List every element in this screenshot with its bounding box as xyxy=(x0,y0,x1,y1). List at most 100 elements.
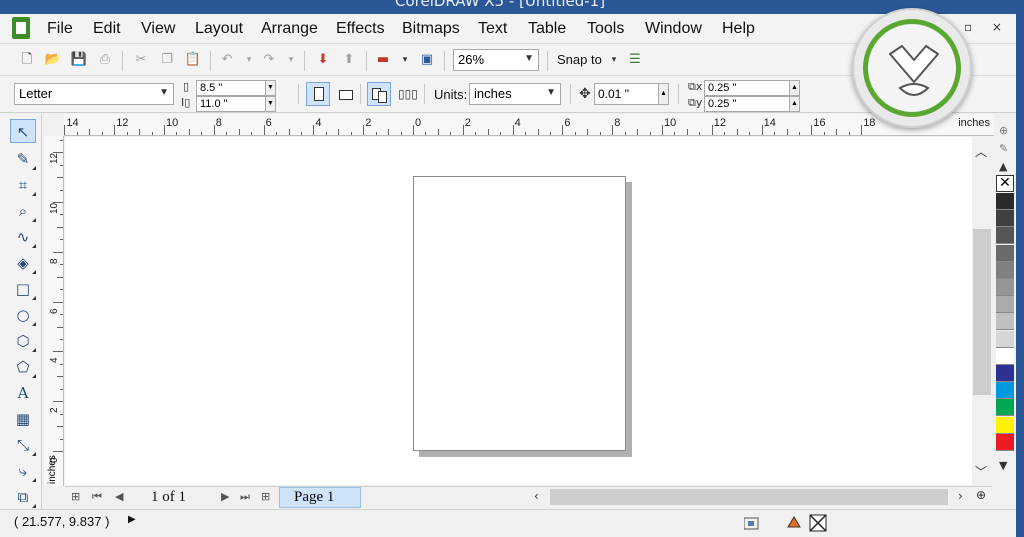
first-page-icon[interactable]: ⏮ xyxy=(92,490,102,504)
color-swatch[interactable] xyxy=(996,399,1014,417)
page-counter[interactable]: 1 of 1 xyxy=(151,489,186,506)
color-swatch[interactable] xyxy=(996,261,1014,279)
menu-help[interactable]: Help xyxy=(722,20,755,38)
color-swatch[interactable] xyxy=(996,193,1014,210)
color-swatch[interactable] xyxy=(996,313,1014,331)
insert-page-before-icon[interactable]: ⊞ xyxy=(71,490,80,503)
table-tool-icon[interactable]: ▦ xyxy=(10,407,36,431)
welcome-screen-icon[interactable]: ▣ xyxy=(418,51,436,69)
application-launcher-icon[interactable]: ▬ xyxy=(374,51,392,69)
vertical-ruler[interactable]: 12 10 8 6 4 2 0 inches xyxy=(44,136,64,486)
no-color-swatch[interactable]: ✕ xyxy=(996,175,1014,192)
page-width-spinner-icon[interactable]: ▼ xyxy=(265,80,276,96)
import-icon[interactable]: ⬇ xyxy=(314,51,332,69)
menu-file[interactable]: File xyxy=(47,20,73,38)
duplicate-x-field[interactable]: 0.25 " ▲ xyxy=(704,80,800,96)
connector-tool-icon[interactable]: ⤷ xyxy=(10,459,36,483)
duplicate-y-field[interactable]: 0.25 " ▲ xyxy=(704,96,800,112)
scroll-left-icon[interactable]: ‹ xyxy=(534,489,539,503)
palette-scroll-up-icon[interactable]: ▲ xyxy=(999,160,1007,173)
color-swatch[interactable] xyxy=(996,382,1014,400)
launcher-dropdown-icon[interactable]: ▾ xyxy=(396,51,414,69)
download-badge[interactable] xyxy=(852,8,972,128)
current-page-button[interactable]: ▯▯▯ xyxy=(394,82,418,106)
menu-window[interactable]: Window xyxy=(645,20,702,38)
ruler-origin[interactable] xyxy=(44,114,64,136)
color-swatch[interactable] xyxy=(996,227,1014,245)
menu-effects[interactable]: Effects xyxy=(336,20,385,38)
page-height-spinner-icon[interactable]: ▼ xyxy=(265,96,276,112)
fill-bucket-icon[interactable] xyxy=(787,516,801,528)
new-document-icon[interactable]: 🗋 xyxy=(18,51,36,69)
nudge-distance-field[interactable]: 0.01 " ▲ xyxy=(594,83,669,105)
next-page-icon[interactable]: ▶ xyxy=(221,490,229,503)
snap-dropdown-icon[interactable]: ▾ xyxy=(605,51,623,69)
eyedropper-icon[interactable]: ✎ xyxy=(999,142,1008,155)
color-swatch[interactable] xyxy=(996,433,1014,451)
scroll-down-icon[interactable]: ﹀ xyxy=(975,463,987,480)
copy-icon[interactable]: ❐ xyxy=(158,51,176,69)
color-swatch[interactable] xyxy=(996,210,1014,228)
paste-icon[interactable]: 📋 xyxy=(184,51,202,69)
ellipse-tool-icon[interactable]: ○ xyxy=(10,303,36,327)
save-icon[interactable]: 💾 xyxy=(70,51,88,69)
color-swatch[interactable] xyxy=(996,416,1014,434)
undo-icon[interactable]: ↶ xyxy=(218,51,236,69)
rectangle-tool-icon[interactable]: □ xyxy=(10,277,36,301)
color-swatch[interactable] xyxy=(996,347,1014,365)
nudge-spinner-icon[interactable]: ▲ xyxy=(658,83,669,105)
page-width-field[interactable]: 8.5 " ▼ xyxy=(196,80,276,96)
open-folder-icon[interactable]: 📂 xyxy=(44,51,62,69)
menu-edit[interactable]: Edit xyxy=(93,20,121,38)
shape-tool-icon[interactable]: ✎ xyxy=(10,147,36,171)
redo-dropdown-icon[interactable]: ▾ xyxy=(282,51,300,69)
units-combo[interactable]: inches ▼ xyxy=(469,83,561,105)
menu-layout[interactable]: Layout xyxy=(195,20,243,38)
cut-icon[interactable]: ✂ xyxy=(132,51,150,69)
previous-page-icon[interactable]: ◀ xyxy=(115,490,123,503)
menu-table[interactable]: Table xyxy=(528,20,566,38)
snap-to-button[interactable]: Snap to xyxy=(557,52,602,67)
dimension-tool-icon[interactable]: ⤡ xyxy=(10,433,36,457)
print-icon[interactable]: ⎙ xyxy=(96,51,114,69)
scroll-up-icon[interactable]: ︿ xyxy=(975,143,987,160)
freehand-tool-icon[interactable]: ∿ xyxy=(10,225,36,249)
text-tool-icon[interactable]: A xyxy=(10,381,36,405)
menu-view[interactable]: View xyxy=(141,20,175,38)
menu-tools[interactable]: Tools xyxy=(587,20,624,38)
color-swatch[interactable] xyxy=(996,330,1014,348)
insert-page-after-icon[interactable]: ⊞ xyxy=(261,490,270,503)
color-swatch[interactable] xyxy=(996,244,1014,262)
vertical-scroll-thumb[interactable] xyxy=(973,229,991,395)
menu-arrange[interactable]: Arrange xyxy=(261,20,318,38)
options-icon[interactable]: ☰ xyxy=(626,51,644,69)
palette-menu-icon[interactable]: ⊕ xyxy=(999,124,1008,137)
basic-shapes-tool-icon[interactable]: ⬠ xyxy=(10,355,36,379)
horizontal-scroll-thumb[interactable] xyxy=(550,489,948,505)
scroll-right-icon[interactable]: › xyxy=(958,489,963,503)
drawing-page[interactable] xyxy=(413,176,626,451)
horizontal-scrollbar[interactable]: ‹ › xyxy=(534,487,974,508)
undo-dropdown-icon[interactable]: ▾ xyxy=(240,51,258,69)
polygon-tool-icon[interactable]: ⬡ xyxy=(10,329,36,353)
horizontal-ruler[interactable]: 14 12 10 8 6 4 2 0 2 4 6 8 10 12 14 16 18 inches xyxy=(44,114,994,136)
portrait-button[interactable] xyxy=(306,82,330,106)
redo-icon[interactable]: ↷ xyxy=(260,51,278,69)
paper-size-combo[interactable]: Letter ▼ xyxy=(14,83,174,105)
menu-text[interactable]: Text xyxy=(478,20,507,38)
export-icon[interactable]: ⬆ xyxy=(340,51,358,69)
duplicate-x-spinner-icon[interactable]: ▲ xyxy=(789,80,800,96)
zoom-tool-icon[interactable]: ⌕ xyxy=(10,199,36,223)
navigator-zoom-icon[interactable]: ⊕ xyxy=(976,488,986,502)
page-tab[interactable]: Page 1 xyxy=(279,487,361,508)
palette-scroll-down-icon[interactable]: ▼ xyxy=(999,459,1007,472)
last-page-icon[interactable]: ⏭ xyxy=(240,490,250,504)
blend-tool-icon[interactable]: ⧉ xyxy=(10,485,36,509)
color-swatch[interactable] xyxy=(996,365,1014,382)
menu-bitmaps[interactable]: Bitmaps xyxy=(402,20,460,38)
all-pages-button[interactable] xyxy=(367,82,391,106)
vertical-scrollbar[interactable]: ︿ ﹀ xyxy=(972,137,992,485)
crop-tool-icon[interactable]: ⌗ xyxy=(10,173,36,197)
zoom-level-combo[interactable]: 26% ▼ xyxy=(453,49,539,71)
coreldraw-app-icon[interactable] xyxy=(12,17,30,39)
